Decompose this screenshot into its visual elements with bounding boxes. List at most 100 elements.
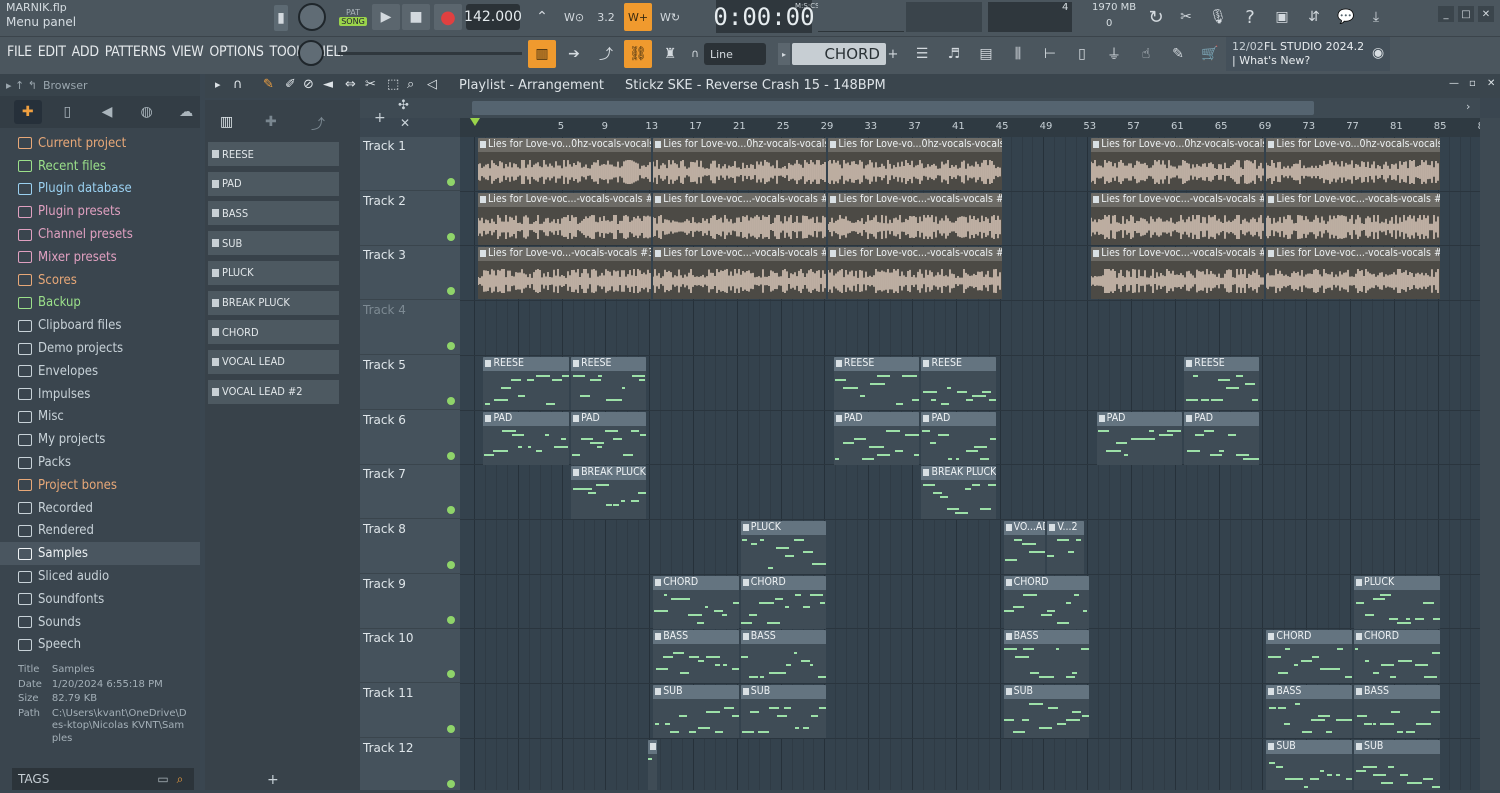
- help-icon[interactable]: ?: [1236, 3, 1264, 31]
- track-header[interactable]: Track 9: [360, 575, 460, 629]
- pattern-item[interactable]: CHORD: [208, 320, 339, 345]
- minimize-button[interactable]: _: [1438, 6, 1454, 22]
- pattern-clip[interactable]: BASS: [1003, 630, 1090, 684]
- audio-clip[interactable]: Lies for Love-voc...-vocals-vocals #3: [1266, 247, 1440, 300]
- audio-clip[interactable]: Lies for Love-vo...0hz-vocals-vocals: [478, 138, 652, 190]
- microphone-icon[interactable]: 🎙: [1204, 3, 1232, 31]
- playlist-view-icon[interactable]: ☰: [908, 40, 936, 68]
- track-header[interactable]: Track 5: [360, 356, 460, 410]
- track-mute-led[interactable]: [447, 506, 455, 515]
- playlist-close[interactable]: ✕: [1487, 78, 1495, 89]
- pattern-prev-arrow[interactable]: ▸: [778, 43, 790, 65]
- browser-icon[interactable]: ▯: [1068, 40, 1096, 68]
- wait-for-input-icon[interactable]: W⊙: [560, 3, 588, 31]
- audio-clip[interactable]: Lies for Love-vo...-vocals-vocals #3: [478, 247, 652, 300]
- pattern-clip[interactable]: REESE: [1184, 356, 1259, 410]
- mixer-icon[interactable]: ⫼: [1004, 40, 1032, 68]
- track-header[interactable]: Track 4: [360, 301, 460, 356]
- piano-icon[interactable]: ▥: [220, 114, 233, 130]
- browser-item[interactable]: Impulses: [0, 383, 200, 406]
- piano-roll-icon[interactable]: ♬: [940, 40, 968, 68]
- pattern-clip[interactable]: PAD: [1184, 411, 1259, 465]
- timeline-ruler[interactable]: 5 9 13 17 21 25 29 33 37 41 45 49 53 57 61 65 69 73 77 81 85…: [460, 118, 1490, 137]
- pitch-slider[interactable]: [338, 52, 522, 55]
- slice-tool-icon[interactable]: ✂: [365, 77, 376, 92]
- menu-view[interactable]: VIEW: [169, 44, 207, 60]
- browser-item[interactable]: Plugin presets: [0, 200, 200, 223]
- pattern-clip[interactable]: BASS: [653, 630, 739, 684]
- arrow-icon[interactable]: ➔: [560, 40, 588, 68]
- zoom-tool-icon[interactable]: ⌕: [407, 77, 414, 92]
- select-tool-icon[interactable]: ⬚: [387, 77, 399, 92]
- news-link[interactable]: | What's New?: [1232, 54, 1310, 67]
- audio-clip[interactable]: Lies for Love-voc...-vocals-vocals #2: [653, 192, 827, 245]
- playlist-maximize[interactable]: ▫: [1469, 78, 1476, 89]
- stop-button[interactable]: ■: [402, 4, 430, 30]
- playback-tool-icon[interactable]: ◁: [427, 77, 437, 92]
- playlist-minimize[interactable]: —: [1449, 78, 1459, 89]
- track-header[interactable]: Track 2: [360, 192, 460, 246]
- cut-icon[interactable]: ✂: [1172, 3, 1200, 31]
- link-icon[interactable]: ⛓: [624, 40, 652, 68]
- pencil-icon[interactable]: ⤴: [592, 40, 620, 68]
- plugins-tab-icon[interactable]: ◍: [133, 100, 161, 124]
- snap-select[interactable]: Line: [704, 43, 766, 65]
- browser-item[interactable]: Demo projects: [0, 337, 200, 360]
- add-pattern-plus[interactable]: +: [267, 772, 279, 788]
- audio-clip[interactable]: Lies for Love-vo...0hz-vocals-vocals: [653, 138, 827, 190]
- touch-controller-icon[interactable]: ☝: [1132, 40, 1160, 68]
- track-header[interactable]: Track 1: [360, 137, 460, 191]
- pattern-clip[interactable]: REESE: [921, 356, 997, 410]
- pat-song-toggle[interactable]: PAT SONG: [338, 2, 368, 32]
- search-icon[interactable]: ⌕: [177, 772, 184, 787]
- metronome-icon[interactable]: ⌃: [528, 3, 556, 31]
- chat-icon[interactable]: 💬: [1332, 3, 1360, 31]
- pattern-clip[interactable]: [647, 739, 657, 790]
- browser-item[interactable]: Speech: [0, 634, 200, 657]
- browser-item[interactable]: Plugin database: [0, 178, 200, 201]
- pattern-item[interactable]: REESE: [208, 142, 339, 166]
- browser-item[interactable]: Samples: [0, 542, 200, 566]
- pattern-clip[interactable]: SUB: [1354, 739, 1440, 790]
- browser-item[interactable]: Backup: [0, 292, 200, 315]
- pattern-clip[interactable]: REESE: [483, 356, 570, 410]
- menu-edit[interactable]: EDIT: [35, 44, 69, 60]
- files-tab-icon[interactable]: ▯: [54, 100, 82, 124]
- pattern-item[interactable]: PLUCK: [208, 260, 339, 285]
- loop-record-icon[interactable]: W↻: [656, 3, 684, 31]
- audio-editor-icon[interactable]: ✎: [1164, 40, 1192, 68]
- track-header[interactable]: Track 12: [360, 739, 460, 793]
- audio-clip-icon[interactable]: ✚: [265, 114, 277, 130]
- track-header[interactable]: Track 11: [360, 684, 460, 738]
- store-icon[interactable]: 🛒: [1196, 40, 1224, 68]
- magnet-icon[interactable]: ∩: [688, 46, 702, 60]
- pattern-item[interactable]: VOCAL LEAD #2: [208, 379, 339, 404]
- master-volume-knob[interactable]: [298, 3, 326, 31]
- pattern-item[interactable]: BREAK PLUCK: [208, 290, 339, 315]
- pattern-clip[interactable]: BREAK PLUCK: [921, 466, 997, 520]
- tempo-display[interactable]: 142.000: [464, 4, 522, 30]
- pattern-clip[interactable]: REESE: [833, 356, 920, 410]
- browser-item[interactable]: Packs: [0, 451, 200, 474]
- pattern-clip[interactable]: PAD: [833, 411, 920, 465]
- browser-item[interactable]: Mixer presets: [0, 246, 200, 269]
- pattern-clip[interactable]: BASS: [1266, 685, 1352, 738]
- pattern-clip[interactable]: SUB: [1003, 685, 1090, 738]
- cloud-tab-icon[interactable]: ☁: [172, 100, 200, 124]
- menu-file[interactable]: FILE: [4, 44, 35, 60]
- menu-add[interactable]: ADD: [69, 44, 102, 60]
- pattern-clip[interactable]: PLUCK: [740, 520, 827, 574]
- track-header[interactable]: Track 6: [360, 411, 460, 465]
- pattern-selector[interactable]: CHORD: [792, 43, 886, 65]
- tempo-tap-icon[interactable]: ▮: [274, 5, 288, 31]
- audio-clip[interactable]: Lies for Love-voc...-vocals-vocals #2: [478, 192, 652, 245]
- news-panel[interactable]: 12/02 FL STUDIO 2024.2 | What's New? ◉: [1226, 37, 1390, 71]
- track-mute-led[interactable]: [447, 725, 455, 733]
- browser-nav-icons[interactable]: ▸ ↑ ↰: [6, 79, 37, 92]
- pencil-tool-icon[interactable]: ✎: [263, 77, 274, 92]
- arrangement-icon[interactable]: ✣: [398, 98, 409, 113]
- track-header[interactable]: Track 8: [360, 520, 460, 574]
- pattern-clip[interactable]: PAD: [1096, 411, 1183, 465]
- record-button[interactable]: ●: [434, 4, 462, 30]
- channel-rack-icon[interactable]: ▤: [972, 40, 1000, 68]
